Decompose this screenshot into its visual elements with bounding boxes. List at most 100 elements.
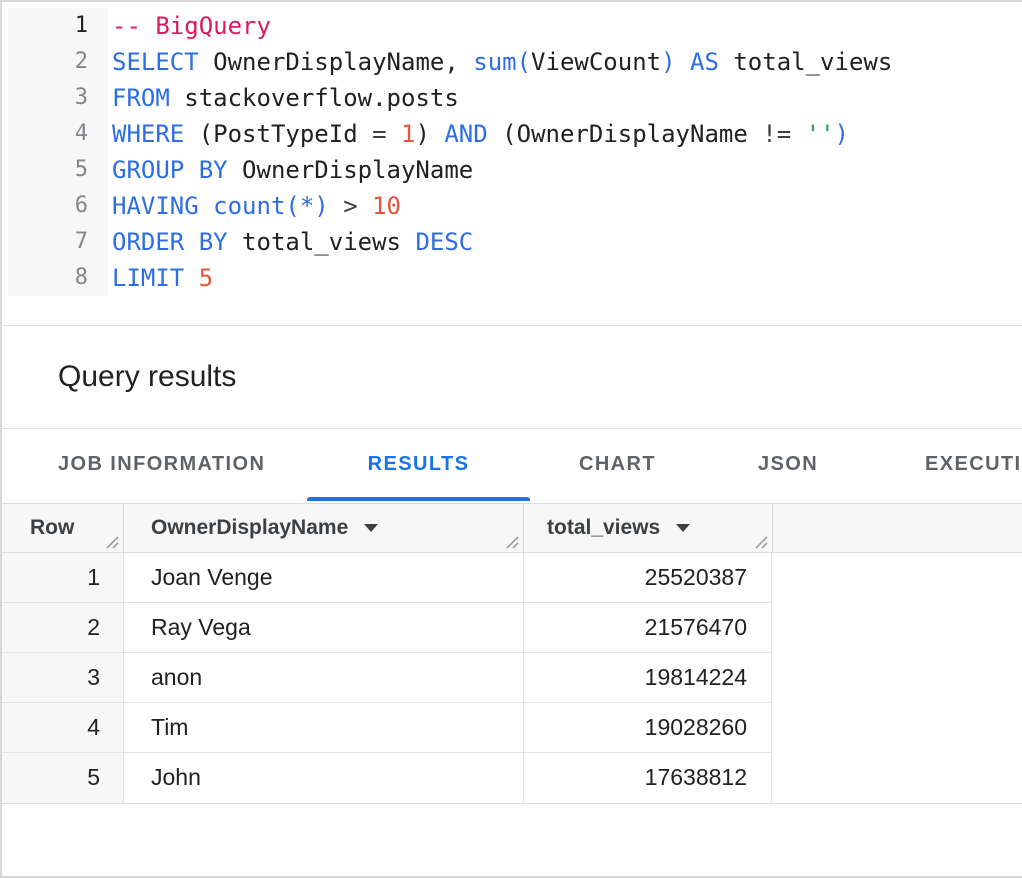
column-header-empty [772,504,1022,552]
line-number-2: 2 [8,44,108,80]
bigquery-query-panel: 12345678 -- BigQuerySELECT OwnerDisplayN… [0,0,1022,878]
code-token-plain [676,48,690,76]
code-line-3[interactable]: FROM stackoverflow.posts [112,80,892,116]
column-dropdown-icon[interactable] [676,524,690,532]
column-resize-grip-icon[interactable] [755,536,768,549]
code-token-plain [358,192,372,220]
tab-chart[interactable]: CHART [579,429,656,499]
code-line-4[interactable]: WHERE (PostTypeId = 1) AND (OwnerDisplay… [112,116,892,152]
code-token-plain: total_views [719,48,892,76]
code-token-keyword: ORDER BY [112,228,228,256]
editor-line-number-gutter: 12345678 [8,8,108,296]
table-header-row: Row OwnerDisplayName total_views [2,503,1022,553]
code-token-keyword: GROUP BY [112,156,228,184]
table-body: 1Joan Venge255203872Ray Vega215764703ano… [2,553,1022,803]
code-token-number: 5 [199,264,213,292]
column-resize-grip-icon[interactable] [106,536,119,549]
tab-execution-details[interactable]: EXECUTION DETAILS [925,429,1022,499]
owner-display-name-cell[interactable]: Joan Venge [123,553,523,602]
owner-display-name-cell[interactable]: anon [123,653,523,702]
tab-json[interactable]: JSON [758,429,818,499]
code-token-keyword: LIMIT [112,264,184,292]
code-token-keyword: count(*) [213,192,329,220]
code-token-keyword: ) [661,48,675,76]
code-token-number: 10 [372,192,401,220]
table-row: 3anon19814224 [2,653,772,703]
tab-job-information[interactable]: JOB INFORMATION [58,429,265,499]
code-line-1[interactable]: -- BigQuery [112,8,892,44]
table-row: 5John17638812 [2,753,772,803]
code-line-5[interactable]: GROUP BY OwnerDisplayName [112,152,892,188]
row-number-cell: 1 [2,553,123,602]
code-token-operator: = [372,120,386,148]
column-header-row[interactable]: Row [2,504,123,552]
code-token-keyword: WHERE [112,120,184,148]
code-token-keyword: FROM [112,84,170,112]
results-table: Row OwnerDisplayName total_views 1Joan V… [2,503,1022,803]
column-header-ownerdisplayname[interactable]: OwnerDisplayName [123,504,523,552]
code-token-keyword: AND [444,120,487,148]
code-line-2[interactable]: SELECT OwnerDisplayName, sum(ViewCount) … [112,44,892,80]
code-token-string: '' [806,120,835,148]
line-number-8: 8 [8,260,108,296]
code-token-keyword: sum( [473,48,531,76]
code-token-plain [387,120,401,148]
editor-code-area[interactable]: -- BigQuery SELECT OwnerDisplayName, sum(… [112,8,892,296]
query-results-section: Query results [2,326,1022,429]
code-token-plain: OwnerDisplayName, [199,48,474,76]
line-number-5: 5 [8,152,108,188]
line-number-3: 3 [8,80,108,116]
code-token-plain: ViewCount [531,48,661,76]
code-token-plain: (OwnerDisplayName [488,120,763,148]
column-header-total-views-label: total_views [547,516,660,540]
line-number-1: 1 [8,8,108,44]
active-tab-indicator [307,497,530,501]
column-header-ownerdisplayname-label: OwnerDisplayName [151,516,348,540]
results-tab-bar: JOB INFORMATION RESULTS CHART JSON EXECU… [2,429,1022,503]
code-token-plain: (PostTypeId [184,120,372,148]
code-line-7[interactable]: ORDER BY total_views DESC [112,224,892,260]
line-number-4: 4 [8,116,108,152]
column-header-total-views[interactable]: total_views [523,504,772,552]
row-number-cell: 2 [2,603,123,652]
row-number-cell: 5 [2,753,123,803]
code-token-operator: != [762,120,791,148]
code-token-keyword: AS [690,48,719,76]
sql-editor[interactable]: 12345678 -- BigQuerySELECT OwnerDisplayN… [2,2,1022,326]
code-token-plain [329,192,343,220]
column-resize-grip-icon[interactable] [506,536,519,549]
column-header-row-label: Row [30,516,74,540]
code-token-plain: total_views [228,228,416,256]
code-token-keyword: DESC [415,228,473,256]
page-title: Query results [58,360,236,394]
owner-display-name-cell[interactable]: Tim [123,703,523,752]
total-views-cell[interactable]: 19028260 [523,703,772,752]
code-token-operator: > [343,192,357,220]
code-token-number: 1 [401,120,415,148]
table-row: 1Joan Venge25520387 [2,553,772,603]
code-token-plain: stackoverflow.posts [170,84,459,112]
code-line-8[interactable]: LIMIT 5 [112,260,892,296]
column-dropdown-icon[interactable] [364,524,378,532]
code-token-comment: -- BigQuery [112,12,271,40]
code-token-keyword: ) [835,120,849,148]
line-number-6: 6 [8,188,108,224]
total-views-cell[interactable]: 19814224 [523,653,772,702]
code-line-6[interactable]: HAVING count(*) > 10 [112,188,892,224]
row-number-cell: 4 [2,703,123,752]
owner-display-name-cell[interactable]: Ray Vega [123,603,523,652]
code-token-keyword: SELECT [112,48,199,76]
total-views-cell[interactable]: 25520387 [523,553,772,602]
code-token-keyword: HAVING [112,192,199,220]
code-token-plain [184,264,198,292]
total-views-cell[interactable]: 17638812 [523,753,772,803]
owner-display-name-cell[interactable]: John [123,753,523,803]
table-row: 4Tim19028260 [2,703,772,753]
line-number-7: 7 [8,224,108,260]
code-token-plain: OwnerDisplayName [228,156,474,184]
total-views-cell[interactable]: 21576470 [523,603,772,652]
code-token-plain [199,192,213,220]
tab-results[interactable]: RESULTS [307,429,530,499]
code-token-plain [791,120,805,148]
row-number-cell: 3 [2,653,123,702]
